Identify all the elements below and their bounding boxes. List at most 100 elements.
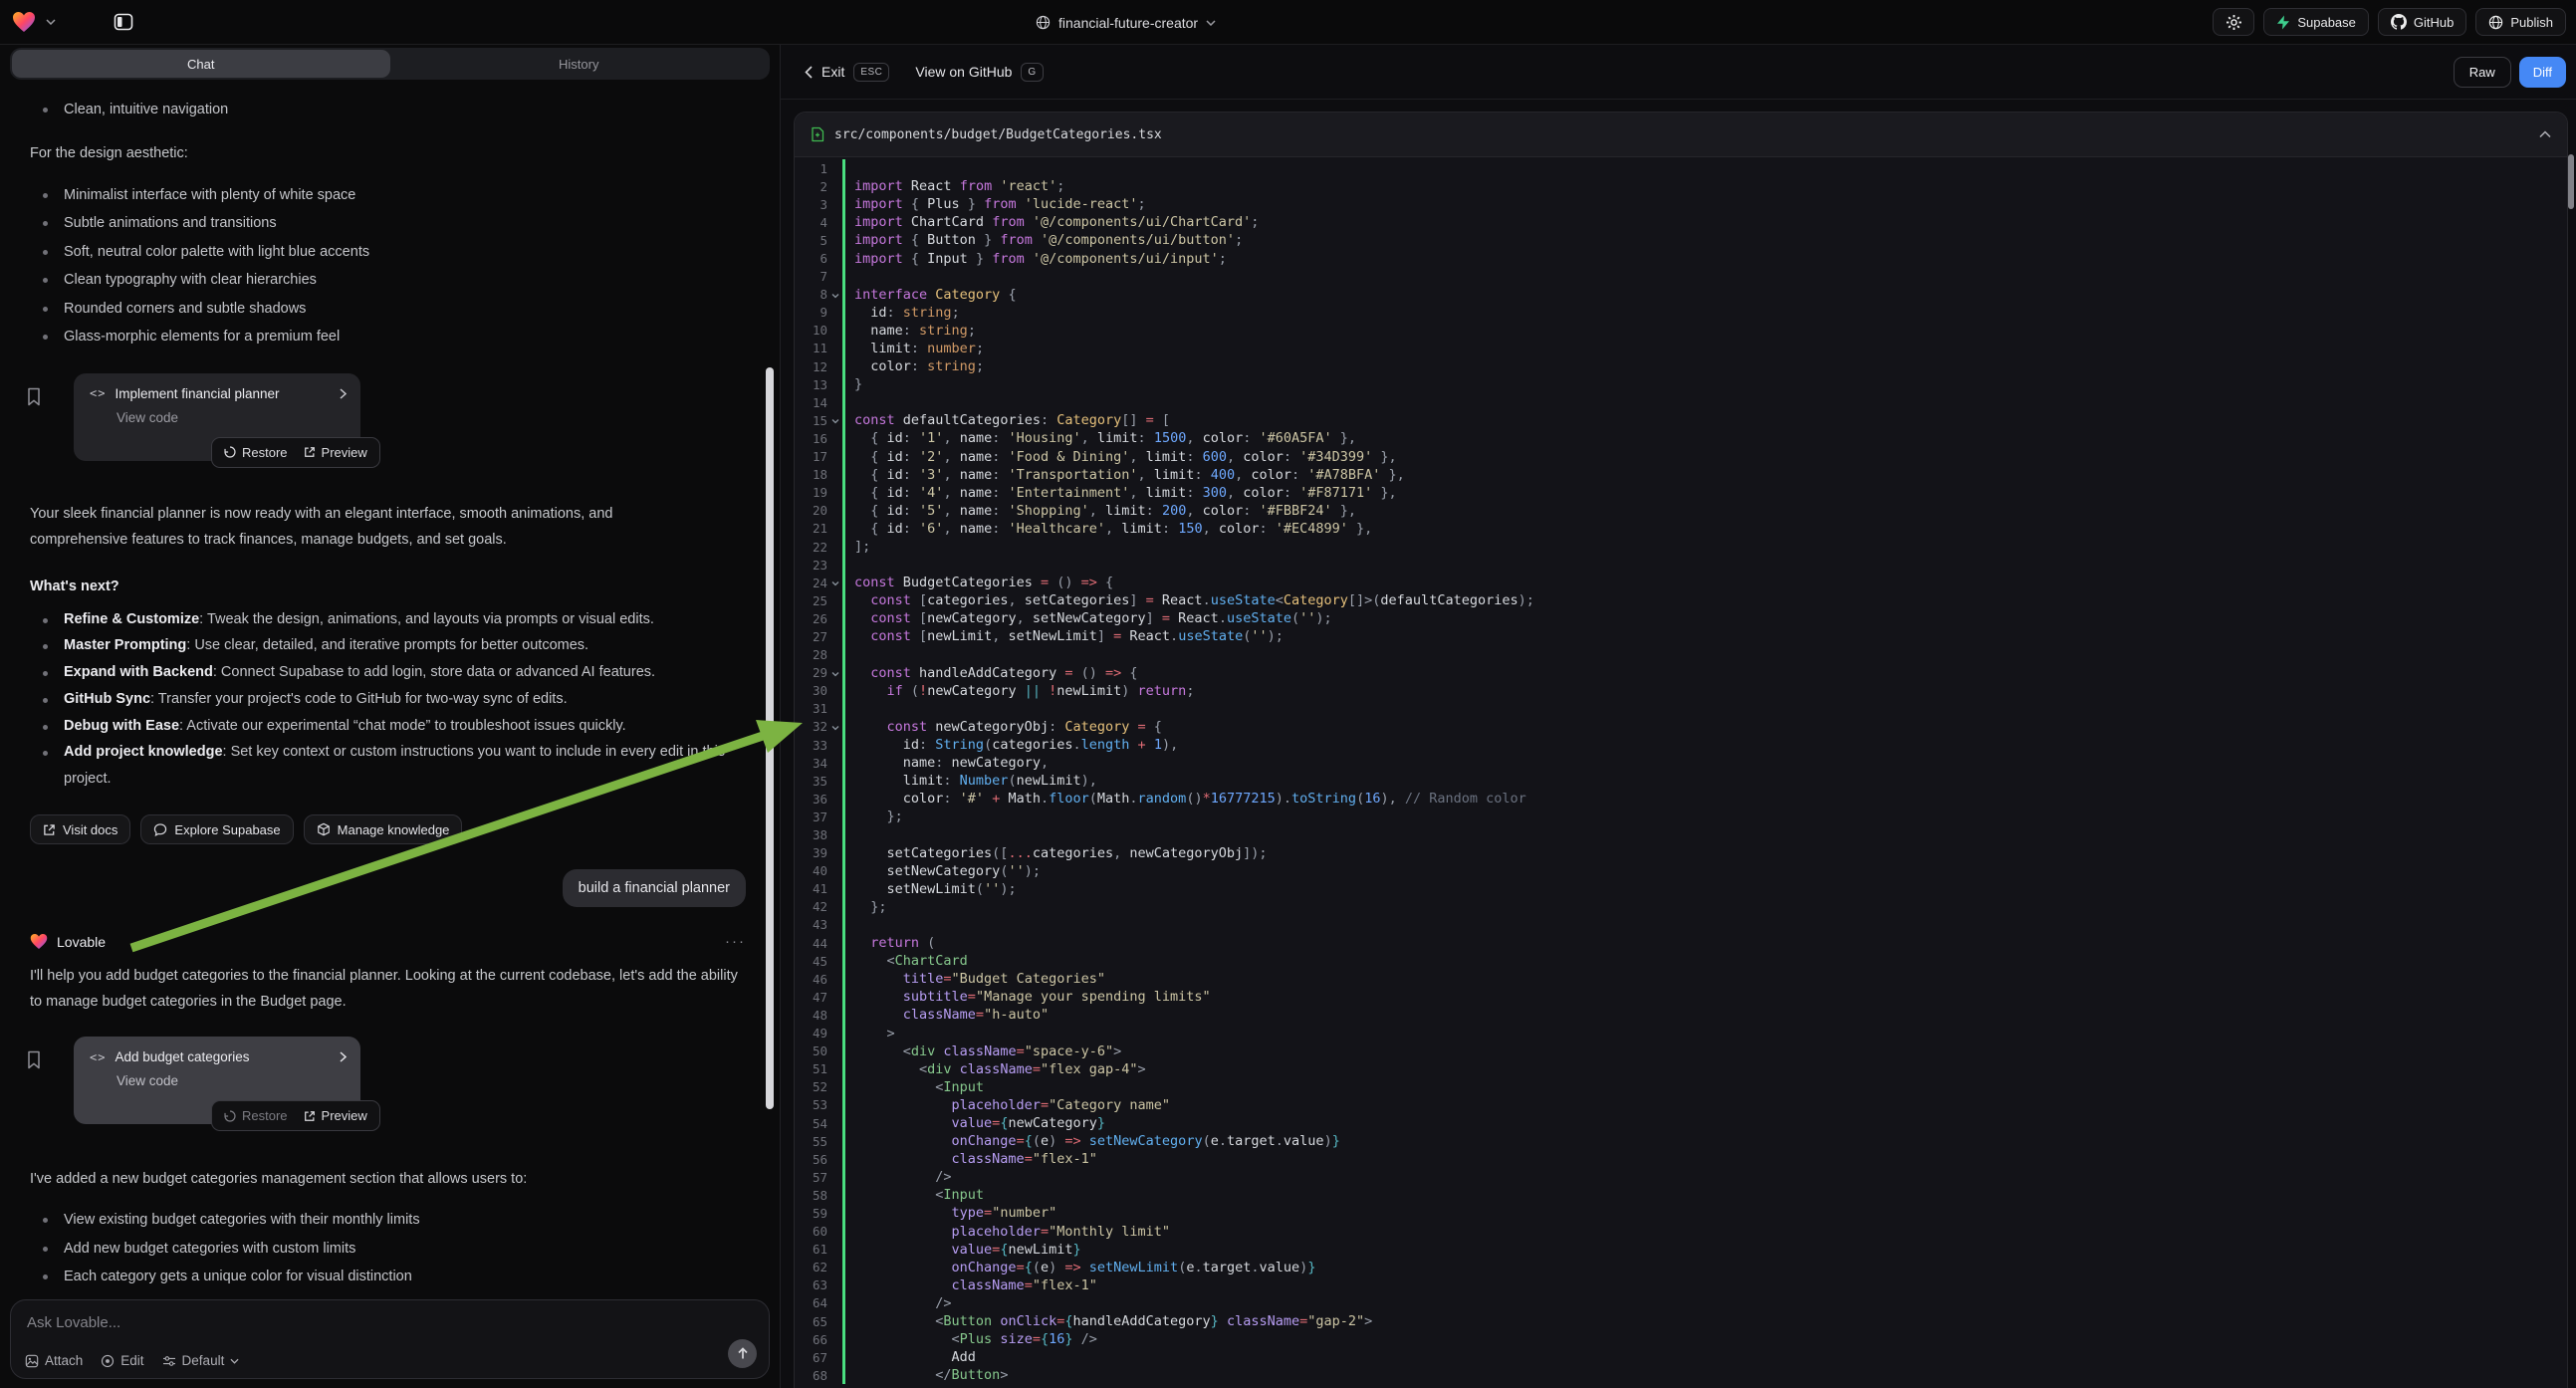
code-text: ]; bbox=[845, 539, 870, 555]
fold-chevron-icon[interactable] bbox=[827, 668, 842, 678]
send-button[interactable] bbox=[728, 1339, 757, 1368]
line-number: 57 bbox=[795, 1170, 827, 1185]
fold-chevron-icon bbox=[827, 1050, 842, 1052]
code-line: 55 onChange={(e) => setNewCategory(e.tar… bbox=[795, 1132, 2567, 1150]
preview-button[interactable]: Preview bbox=[304, 1108, 367, 1123]
design-bullet-list: Minimalist interface with plenty of whit… bbox=[30, 181, 746, 351]
raw-toggle-button[interactable]: Raw bbox=[2454, 57, 2511, 88]
fold-chevron-icon bbox=[827, 203, 842, 205]
lovable-logo[interactable] bbox=[12, 11, 36, 33]
chat-scrollbar[interactable] bbox=[766, 367, 774, 1109]
supabase-button[interactable]: Supabase bbox=[2263, 8, 2369, 36]
whats-next-heading: What's next? bbox=[30, 578, 746, 594]
edit-mode-button[interactable]: Edit bbox=[101, 1353, 143, 1368]
fold-chevron-icon[interactable] bbox=[827, 722, 842, 732]
composer[interactable]: Ask Lovable... Attach Edit bbox=[10, 1299, 770, 1379]
diff-added-gutter bbox=[842, 556, 845, 574]
code-text: className="flex-1" bbox=[845, 1151, 1097, 1167]
fold-chevron-icon[interactable] bbox=[827, 415, 842, 425]
fold-chevron-icon bbox=[827, 437, 842, 439]
code-text: id: String(categories.length + 1), bbox=[845, 737, 1178, 753]
edit-label: Edit bbox=[120, 1353, 143, 1368]
line-number: 41 bbox=[795, 881, 827, 896]
code-line: 68 </Button> bbox=[795, 1366, 2567, 1384]
fold-chevron-icon bbox=[827, 383, 842, 385]
code-line: 47 subtitle="Manage your spending limits… bbox=[795, 988, 2567, 1006]
diff-added-gutter bbox=[842, 700, 845, 718]
exit-label: Exit bbox=[821, 64, 844, 80]
file-path: src/components/budget/BudgetCategories.t… bbox=[834, 127, 1162, 142]
composer-placeholder: Ask Lovable... bbox=[27, 1314, 753, 1331]
code-editor[interactable]: 12import React from 'react';3import { Pl… bbox=[795, 157, 2567, 1388]
restore-button[interactable]: Restore bbox=[224, 1108, 288, 1123]
restore-button[interactable]: Restore bbox=[224, 445, 288, 460]
code-line: 10 name: string; bbox=[795, 322, 2567, 340]
view-on-github-button[interactable]: View on GitHub G bbox=[915, 63, 1043, 82]
github-button[interactable]: GitHub bbox=[2378, 8, 2466, 36]
code-text: const handleAddCategory = () => { bbox=[845, 665, 1138, 681]
fold-chevron-icon bbox=[827, 1086, 842, 1088]
assistant-reply: I'll help you add budget categories to t… bbox=[30, 963, 746, 1015]
code-text: <Button onClick={handleAddCategory} clas… bbox=[845, 1313, 1372, 1329]
sidebar-toggle-button[interactable] bbox=[114, 12, 133, 32]
file-header[interactable]: src/components/budget/BudgetCategories.t… bbox=[795, 113, 2567, 157]
visit-docs-button[interactable]: Visit docs bbox=[30, 814, 130, 844]
code-text: if (!newCategory || !newLimit) return; bbox=[845, 683, 1194, 699]
code-text: const [categories, setCategories] = Reac… bbox=[845, 592, 1534, 608]
line-number: 14 bbox=[795, 395, 827, 410]
code-text: /> bbox=[845, 1295, 952, 1311]
fold-chevron-icon bbox=[827, 635, 842, 637]
line-number: 19 bbox=[795, 485, 827, 500]
fold-chevron-icon bbox=[827, 1014, 842, 1016]
chevron-down-icon[interactable] bbox=[46, 19, 56, 25]
code-line: 44 return ( bbox=[795, 934, 2567, 952]
code-line: 3import { Plus } from 'lucide-react'; bbox=[795, 195, 2567, 213]
line-number: 29 bbox=[795, 665, 827, 680]
code-text: </Button> bbox=[845, 1367, 1008, 1383]
code-text: const [newLimit, setNewLimit] = React.us… bbox=[845, 628, 1284, 644]
fold-chevron-icon bbox=[827, 617, 842, 619]
fold-chevron-icon bbox=[827, 1212, 842, 1214]
code-scrollbar[interactable] bbox=[2568, 154, 2574, 209]
tab-chat[interactable]: Chat bbox=[12, 50, 390, 78]
code-line: 33 id: String(categories.length + 1), bbox=[795, 736, 2567, 754]
fold-chevron-icon[interactable] bbox=[827, 290, 842, 300]
bookmark-icon[interactable] bbox=[26, 387, 42, 411]
manage-knowledge-button[interactable]: Manage knowledge bbox=[304, 814, 463, 844]
code-line: 66 <Plus size={16} /> bbox=[795, 1330, 2567, 1348]
restore-icon bbox=[224, 446, 236, 458]
fold-chevron-icon[interactable] bbox=[827, 578, 842, 587]
view-code-link[interactable]: View code bbox=[117, 410, 347, 425]
line-number: 25 bbox=[795, 593, 827, 608]
code-text: { id: '2', name: 'Food & Dining', limit:… bbox=[845, 449, 1397, 465]
line-number: 39 bbox=[795, 845, 827, 860]
explore-supabase-button[interactable]: Explore Supabase bbox=[140, 814, 293, 844]
project-switcher[interactable]: financial-future-creator bbox=[1036, 0, 1216, 45]
code-text: { id: '4', name: 'Entertainment', limit:… bbox=[845, 485, 1397, 501]
github-icon bbox=[2391, 14, 2407, 30]
tab-history[interactable]: History bbox=[390, 50, 769, 78]
list-item: Rounded corners and subtle shadows bbox=[30, 295, 746, 324]
exit-button[interactable]: Exit ESC bbox=[805, 63, 889, 82]
collapse-file-button[interactable] bbox=[2539, 127, 2551, 142]
list-item: Glass-morphic elements for a premium fee… bbox=[30, 323, 746, 351]
view-code-link[interactable]: View code bbox=[117, 1073, 347, 1088]
fold-chevron-icon bbox=[827, 1249, 842, 1251]
added-section-message: I've added a new budget categories manag… bbox=[30, 1166, 746, 1192]
publish-button[interactable]: Publish bbox=[2475, 8, 2566, 36]
line-number: 60 bbox=[795, 1224, 827, 1239]
bookmark-icon[interactable] bbox=[26, 1050, 42, 1074]
model-selector[interactable]: Default bbox=[162, 1353, 240, 1368]
message-menu-button[interactable]: ··· bbox=[725, 933, 746, 950]
diff-toggle-button[interactable]: Diff bbox=[2519, 57, 2566, 88]
version-title: Implement financial planner bbox=[115, 386, 331, 401]
preview-button[interactable]: Preview bbox=[304, 445, 367, 460]
code-text: setNewCategory(''); bbox=[845, 863, 1041, 879]
code-text: type="number" bbox=[845, 1205, 1056, 1221]
line-number: 51 bbox=[795, 1061, 827, 1076]
code-text: > bbox=[845, 1026, 895, 1041]
settings-button[interactable] bbox=[2213, 8, 2254, 36]
code-line: 28 bbox=[795, 646, 2567, 664]
arrow-up-icon bbox=[737, 1347, 749, 1360]
attach-button[interactable]: Attach bbox=[25, 1353, 83, 1368]
